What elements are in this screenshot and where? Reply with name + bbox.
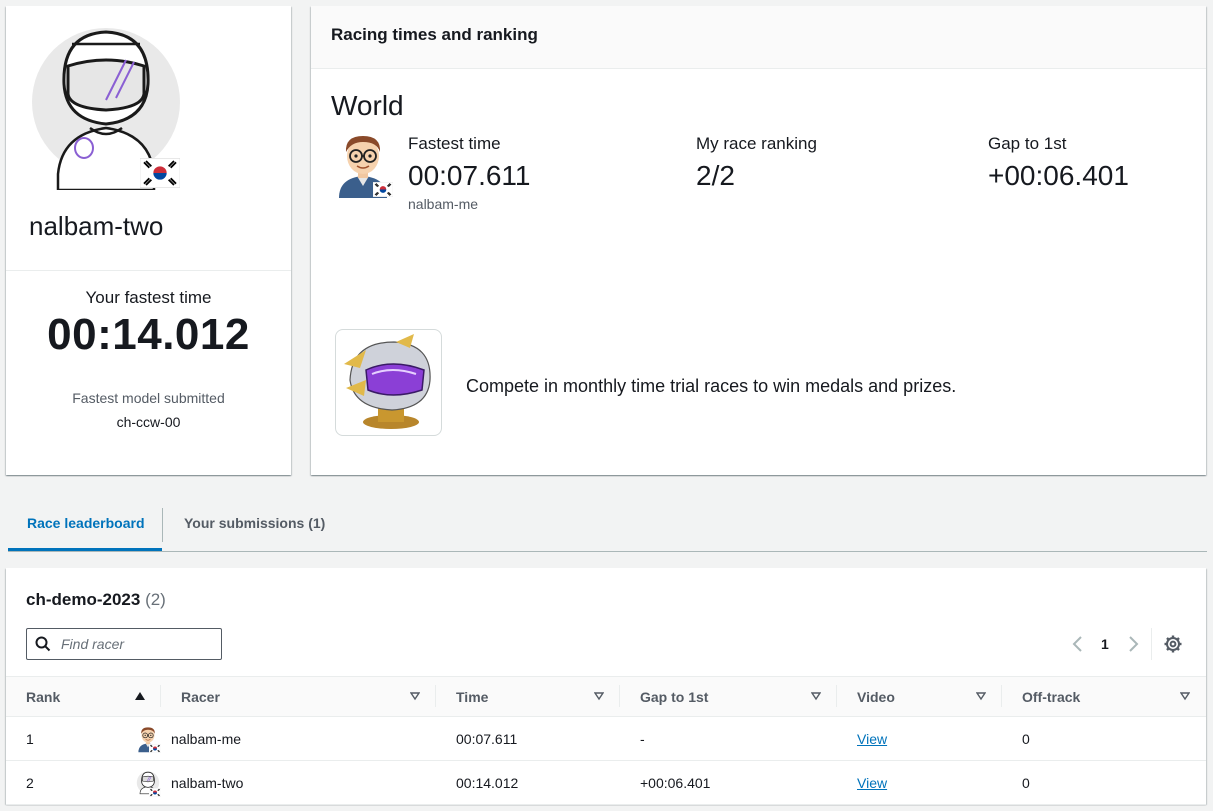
- offtrack-cell: 0: [1022, 774, 1030, 791]
- racing-header: Racing times and ranking: [311, 6, 1206, 69]
- gap-value: +00:06.401: [988, 160, 1129, 191]
- offtrack-cell: 0: [1022, 730, 1030, 747]
- korea-flag-icon: [373, 182, 393, 197]
- column-label: Time: [456, 689, 489, 705]
- fastest-time-value: 00:14.012: [47, 310, 250, 359]
- ranking-stat: My race ranking 2/2: [696, 134, 817, 192]
- fastest-racer-avatar: [333, 130, 395, 200]
- leaderboard-title: ch-demo-2023 (2): [26, 590, 166, 610]
- tab-separator: [162, 508, 163, 542]
- fastest-time-label: Your fastest time: [85, 288, 212, 307]
- gap-label: Gap to 1st: [988, 134, 1067, 153]
- table-row: 2 nalbam-two 00:14.012 +00:06.401 View 0: [6, 760, 1206, 805]
- search-input[interactable]: [59, 630, 217, 658]
- sort-caret-down-icon: [594, 692, 604, 701]
- video-link[interactable]: View: [857, 775, 887, 791]
- leaderboard-table: Rank Racer Time Gap to 1st Video Off-tra…: [6, 676, 1206, 805]
- column-header-rank[interactable]: Rank: [6, 676, 161, 717]
- model-name: ch-ccw-00: [116, 414, 181, 430]
- fastest-value: 00:07.611: [408, 160, 531, 191]
- column-header-racer[interactable]: Racer: [161, 676, 436, 717]
- video-link[interactable]: View: [857, 731, 887, 747]
- divider: [6, 270, 291, 271]
- time-cell: 00:07.611: [456, 730, 518, 747]
- column-label: Gap to 1st: [640, 689, 709, 705]
- leaderboard-count: (2): [145, 590, 166, 609]
- scope-title: World: [331, 90, 404, 121]
- gap-cell: -: [640, 730, 645, 747]
- sort-caret-down-icon: [410, 692, 420, 701]
- chevron-right-icon[interactable]: [1125, 634, 1141, 654]
- sort-ascending-icon: [135, 692, 145, 700]
- search-icon: [35, 636, 51, 652]
- time-cell: 00:14.012: [456, 774, 519, 791]
- pager-divider: [1151, 628, 1152, 660]
- gap-cell: +00:06.401: [640, 774, 711, 791]
- sort-caret-down-icon: [976, 692, 986, 701]
- korea-flag-icon: [140, 158, 180, 188]
- column-label: Video: [857, 689, 895, 705]
- profile-card: nalbam-two Your fastest time 00:14.012 F…: [6, 6, 291, 475]
- racer-name: nalbam-two: [171, 774, 244, 791]
- fastest-label: Fastest time: [408, 134, 501, 153]
- trophy-image: [335, 329, 442, 436]
- racer-cell: nalbam-two: [136, 769, 411, 797]
- ranking-label: My race ranking: [696, 134, 817, 153]
- tab-race-leaderboard[interactable]: Race leaderboard: [8, 500, 162, 551]
- chevron-left-icon[interactable]: [1070, 634, 1086, 654]
- table-header-row: Rank Racer Time Gap to 1st Video Off-tra…: [6, 676, 1206, 717]
- column-label: Rank: [26, 689, 61, 705]
- leaderboard-card: ch-demo-2023 (2) 1 Rank: [6, 568, 1206, 805]
- sort-caret-down-icon: [1180, 692, 1190, 701]
- korea-flag-icon: [149, 744, 161, 753]
- racer-name: nalbam-me: [171, 730, 242, 747]
- sort-caret-down-icon: [811, 692, 821, 701]
- column-label: Off-track: [1022, 689, 1081, 705]
- page-number[interactable]: 1: [1101, 636, 1109, 652]
- model-label: Fastest model submitted: [72, 390, 225, 406]
- column-header-gap[interactable]: Gap to 1st: [620, 676, 837, 717]
- profile-name: nalbam-two: [29, 211, 164, 241]
- fastest-racer-name: nalbam-me: [408, 196, 479, 212]
- table-row: 1 nalbam-me 00:07.611 - View 0: [6, 716, 1206, 761]
- column-header-offtrack[interactable]: Off-track: [1002, 676, 1206, 717]
- korea-flag-icon: [149, 788, 161, 797]
- helmet-avatar-icon: [32, 24, 184, 192]
- racing-title: Racing times and ranking: [331, 25, 538, 44]
- gap-stat: Gap to 1st +00:06.401: [988, 134, 1129, 192]
- tab-bar: Race leaderboard Your submissions (1): [8, 500, 1207, 552]
- racer-avatar-icon: [136, 769, 160, 797]
- tab-your-submissions[interactable]: Your submissions (1): [184, 500, 325, 551]
- column-header-time[interactable]: Time: [436, 676, 620, 717]
- column-label: Racer: [181, 689, 220, 705]
- racer-cell: nalbam-me: [136, 725, 411, 753]
- racer-avatar-icon: [136, 725, 160, 753]
- leaderboard-name: ch-demo-2023: [26, 590, 141, 609]
- racing-card: Racing times and ranking World Fastest t…: [311, 6, 1206, 475]
- fastest-stat: Fastest time 00:07.611 nalbam-me: [408, 134, 531, 212]
- ranking-value: 2/2: [696, 160, 735, 191]
- column-header-video[interactable]: Video: [837, 676, 1002, 717]
- promo-text: Compete in monthly time trial races to w…: [466, 376, 957, 396]
- gear-icon[interactable]: [1163, 634, 1183, 654]
- search-box: [26, 628, 222, 660]
